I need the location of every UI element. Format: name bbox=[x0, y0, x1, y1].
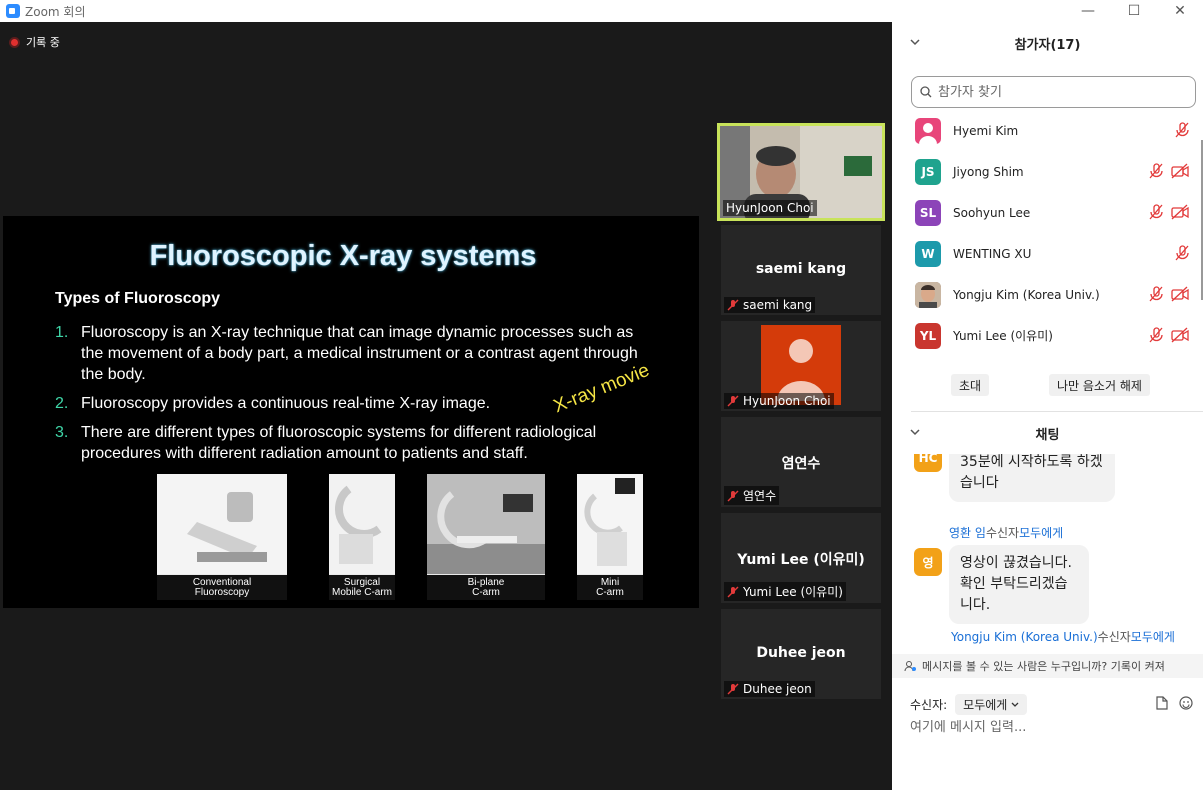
video-tile[interactable]: 염연수 염연수 bbox=[721, 417, 881, 507]
recording-label: 기록 중 bbox=[26, 36, 60, 49]
slide-title: Fluoroscopic X-ray systems bbox=[149, 240, 537, 272]
video-off-icon[interactable] bbox=[1171, 286, 1189, 302]
mic-muted-icon[interactable] bbox=[1175, 122, 1189, 138]
surgical-c-arm-image bbox=[329, 474, 395, 574]
mic-muted-icon bbox=[727, 395, 739, 407]
mic-muted-icon bbox=[727, 490, 739, 501]
emoji-icon[interactable] bbox=[1179, 696, 1193, 710]
search-icon bbox=[920, 86, 932, 98]
mini-c-arm-image bbox=[577, 474, 643, 574]
participant-row[interactable]: W WENTING XU bbox=[892, 233, 1203, 274]
mic-muted-icon[interactable] bbox=[1149, 204, 1163, 220]
participant-list: Hyemi Kim JS Jiyong Shim SL Soohyun Lee … bbox=[892, 110, 1203, 356]
chat-messages: HC 35분에 시작하도록 하겠습니다 영환 임수신자모두에게 영 영상이 끊겼… bbox=[892, 454, 1203, 648]
participant-row[interactable]: Hyemi Kim bbox=[892, 110, 1203, 151]
chevron-down-icon[interactable] bbox=[910, 38, 920, 46]
mic-muted-icon[interactable] bbox=[1149, 286, 1163, 302]
profile-photo bbox=[915, 281, 941, 308]
maximize-icon[interactable]: ☐ bbox=[1111, 0, 1157, 22]
mic-muted-icon bbox=[727, 586, 739, 597]
chat-message: 35분에 시작하도록 하겠습니다 bbox=[949, 454, 1115, 502]
chat-avatar: 영 bbox=[914, 548, 942, 576]
video-off-icon[interactable] bbox=[1171, 163, 1189, 179]
chat-visibility-notice[interactable]: 메시지를 볼 수 있는 사람은 누구입니까? 기록이 켜져 bbox=[892, 654, 1203, 678]
zoom-logo-icon bbox=[6, 4, 20, 18]
avatar: YL bbox=[915, 322, 941, 349]
participant-search[interactable] bbox=[911, 76, 1196, 108]
chat-avatar: HC bbox=[914, 454, 942, 472]
recording-indicator[interactable]: 기록 중 bbox=[9, 34, 60, 50]
close-icon[interactable]: ✕ bbox=[1157, 0, 1203, 22]
participant-row[interactable]: Yongju Kim (Korea Univ.) bbox=[892, 274, 1203, 315]
list-item: 1. Fluoroscopy is an X-ray technique that… bbox=[55, 324, 638, 383]
search-input[interactable] bbox=[938, 84, 1178, 100]
video-tile[interactable]: Yumi Lee (이유미) Yumi Lee (이유미) bbox=[721, 513, 881, 603]
video-tile-active-speaker[interactable]: HyunJoon Choi bbox=[717, 123, 885, 221]
mic-muted-icon bbox=[727, 299, 739, 311]
people-icon bbox=[904, 661, 916, 672]
participant-row[interactable]: SL Soohyun Lee bbox=[892, 192, 1203, 233]
video-tile[interactable]: saemi kang saemi kang bbox=[721, 225, 881, 315]
mic-muted-icon[interactable] bbox=[1149, 163, 1163, 179]
file-icon[interactable] bbox=[1156, 696, 1168, 710]
thumbnail-surgical: Surgical Mobile C-arm bbox=[329, 474, 395, 600]
chat-message-input[interactable] bbox=[910, 720, 1190, 735]
avatar bbox=[915, 117, 941, 144]
user-icon bbox=[919, 122, 937, 144]
chat-sender-line: 영환 임수신자모두에게 bbox=[949, 526, 1064, 540]
participant-row[interactable]: YL Yumi Lee (이유미) bbox=[892, 315, 1203, 356]
video-tile[interactable]: Duhee jeon Duhee jeon bbox=[721, 609, 881, 699]
avatar: SL bbox=[915, 199, 941, 226]
minimize-icon[interactable]: — bbox=[1065, 0, 1111, 22]
chat-sender-line: Yongju Kim (Korea Univ.)수신자모두에게 bbox=[951, 630, 1175, 644]
video-tile[interactable]: HyunJoon Choi bbox=[721, 321, 881, 411]
chat-header: 채팅 bbox=[892, 412, 1203, 454]
thumbnail-conventional: Conventional Fluoroscopy bbox=[157, 474, 287, 600]
video-off-icon[interactable] bbox=[1171, 204, 1189, 220]
list-item: 3. There are different types of fluorosco… bbox=[55, 424, 597, 462]
meeting-area: 기록 중 Fluoroscopic X-ray systems Types of… bbox=[0, 22, 892, 790]
title-bar: Zoom 회의 — ☐ ✕ bbox=[0, 0, 1203, 22]
video-off-icon[interactable] bbox=[1171, 327, 1189, 343]
avatar bbox=[915, 281, 941, 308]
unmute-me-button[interactable]: 나만 음소거 해제 bbox=[1049, 374, 1150, 396]
chat-message: 영상이 끊겼습니다. 확인 부탁드리겠습니다. bbox=[949, 545, 1089, 624]
avatar: W bbox=[915, 240, 941, 267]
mic-muted-icon bbox=[727, 683, 739, 695]
mic-muted-icon[interactable] bbox=[1149, 327, 1163, 343]
shared-screen: Fluoroscopic X-ray systems Types of Fluo… bbox=[3, 216, 699, 608]
thumbnail-biplane: Bi-plane C-arm bbox=[427, 474, 545, 600]
recipient-row: 수신자: 모두에게 bbox=[910, 694, 1028, 715]
record-icon bbox=[9, 36, 20, 48]
chevron-down-icon[interactable] bbox=[910, 428, 920, 436]
avatar: JS bbox=[915, 158, 941, 185]
biplane-c-arm-image bbox=[427, 474, 545, 574]
side-panel: 참가자(17) Hyemi Kim JS Jiyong Shim SL Sooh… bbox=[892, 22, 1203, 790]
window-title: Zoom 회의 bbox=[25, 4, 86, 19]
participant-row[interactable]: JS Jiyong Shim bbox=[892, 151, 1203, 192]
thumbnail-mini: Mini C-arm bbox=[577, 474, 643, 600]
chevron-down-icon bbox=[1011, 702, 1019, 707]
conventional-fluoroscopy-image bbox=[157, 474, 287, 574]
tile-name-label: HyunJoon Choi bbox=[723, 200, 817, 216]
invite-button[interactable]: 초대 bbox=[951, 374, 990, 396]
slide-subtitle: Types of Fluoroscopy bbox=[55, 290, 221, 307]
mic-muted-icon[interactable] bbox=[1175, 245, 1189, 261]
window-controls: — ☐ ✕ bbox=[1065, 0, 1203, 22]
recipient-select[interactable]: 모두에게 bbox=[955, 694, 1028, 715]
participants-header: 참가자(17) bbox=[892, 22, 1203, 64]
